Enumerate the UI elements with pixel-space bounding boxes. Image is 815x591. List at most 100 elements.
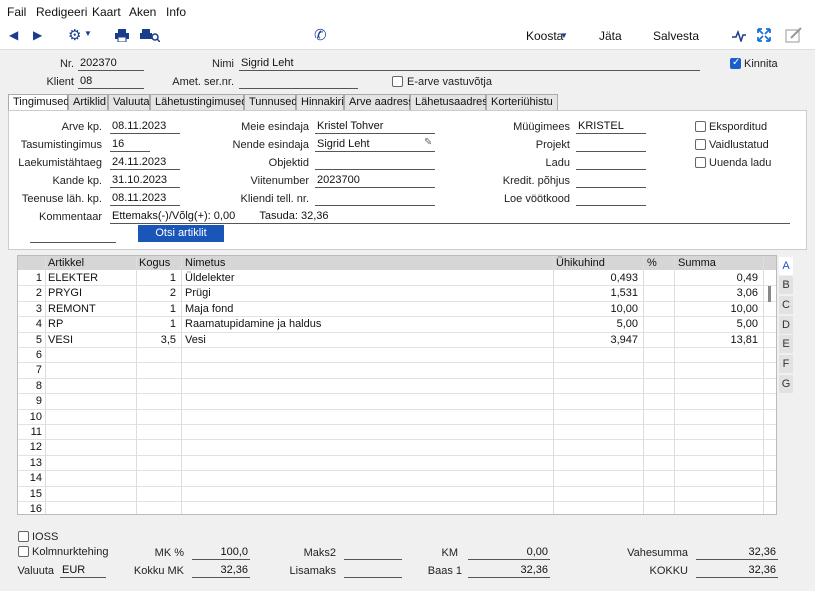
meie-esindaja-field[interactable]: Kristel Tohver — [315, 120, 435, 134]
col-nimetus[interactable]: Nimetus — [185, 257, 225, 269]
teenuse-field[interactable]: 08.11.2023 — [110, 192, 180, 206]
tab-arve-aadress[interactable]: Arve aadress — [344, 94, 414, 111]
koosta-button[interactable]: Koosta — [526, 29, 563, 43]
table-row[interactable]: 14 — [18, 471, 776, 487]
ioss-checkbox[interactable] — [18, 531, 29, 542]
cell-kogus[interactable]: 1 — [138, 272, 176, 284]
tab-hinnakiri[interactable]: Hinnakiri — [296, 94, 344, 111]
cell-summa[interactable]: 5,00 — [678, 318, 758, 330]
jata-button[interactable]: Jäta — [599, 29, 622, 43]
cell-nimetus[interactable]: Raamatupidamine ja haldus — [185, 318, 545, 330]
forward-arrow-icon[interactable]: ▶ — [33, 28, 42, 42]
cell-artikkel[interactable]: REMONT — [48, 303, 128, 315]
pencil-icon[interactable]: ✎ — [424, 137, 432, 148]
cell-kogus[interactable]: 3,5 — [138, 334, 176, 346]
cell-summa[interactable]: 13,81 — [678, 334, 758, 346]
cell-uhikuhind[interactable]: 3,947 — [556, 334, 638, 346]
cell-kogus[interactable]: 1 — [138, 318, 176, 330]
salvesta-button[interactable]: Salvesta — [653, 29, 699, 43]
kokku-field[interactable]: 32,36 — [696, 564, 778, 578]
cell-nimetus[interactable]: Prügi — [185, 287, 545, 299]
gear-icon[interactable]: ⚙ — [68, 26, 81, 44]
myygimees-field[interactable]: KRISTEL — [576, 120, 646, 134]
laekum-field[interactable]: 24.11.2023 — [110, 156, 180, 170]
col-uhikuhind[interactable]: Ühikuhind — [556, 257, 605, 269]
earve-checkbox[interactable] — [392, 76, 403, 87]
ladu-field[interactable] — [576, 156, 646, 170]
table-row[interactable]: 1 ELEKTER 1 Üldelekter 0,493 0,49 — [18, 271, 776, 287]
kredit-field[interactable] — [576, 174, 646, 188]
table-row[interactable]: 9 — [18, 394, 776, 410]
objektid-field[interactable] — [315, 156, 435, 170]
cell-nimetus[interactable]: Maja fond — [185, 303, 545, 315]
projekt-field[interactable] — [576, 138, 646, 152]
table-row[interactable]: 15 — [18, 487, 776, 502]
tab-artiklid[interactable]: Artiklid — [68, 94, 108, 111]
cell-summa[interactable]: 3,06 — [678, 287, 758, 299]
eksporditud-checkbox[interactable] — [695, 121, 706, 132]
loe-field[interactable] — [576, 192, 646, 206]
cell-artikkel[interactable]: ELEKTER — [48, 272, 128, 284]
table-row[interactable]: 10 — [18, 410, 776, 425]
table-row[interactable]: 8 — [18, 379, 776, 395]
tasum-field[interactable]: 16 — [110, 138, 150, 152]
col-kogus[interactable]: Kogus — [139, 257, 170, 269]
valuuta-field[interactable]: EUR — [60, 564, 106, 578]
table-row[interactable]: 16 — [18, 502, 776, 514]
edit-note-icon[interactable] — [785, 26, 803, 44]
tab-valuuta[interactable]: Valuuta — [108, 94, 150, 111]
vahesumma-field[interactable]: 32,36 — [696, 546, 778, 560]
grid-scrollbar-thumb[interactable] — [768, 286, 771, 302]
table-row[interactable]: 6 — [18, 348, 776, 364]
table-row[interactable]: 2 PRYGI 2 Prügi 1,531 3,06 — [18, 286, 776, 302]
menu-fail[interactable]: Fail — [7, 5, 26, 19]
col-summa[interactable]: Summa — [678, 257, 716, 269]
otsi-artiklit-button[interactable]: Otsi artiklit — [138, 225, 224, 242]
koosta-chevron-down-icon[interactable]: ▼ — [560, 31, 568, 40]
km-field[interactable]: 0,00 — [468, 546, 550, 560]
amet-field[interactable] — [239, 75, 358, 89]
cell-artikkel[interactable]: PRYGI — [48, 287, 128, 299]
baas1-field[interactable]: 32,36 — [468, 564, 550, 578]
kommentaar-field[interactable]: Ettemaks(-)/Võlg(+): 0,00 Tasuda: 32,36 — [110, 210, 790, 224]
side-tab-c[interactable]: C — [779, 296, 793, 314]
table-row[interactable]: 4 RP 1 Raamatupidamine ja haldus 5,00 5,00 — [18, 317, 776, 333]
maks2-field[interactable] — [344, 546, 402, 560]
cell-uhikuhind[interactable]: 5,00 — [556, 318, 638, 330]
arve-kp-field[interactable]: 08.11.2023 — [110, 120, 180, 134]
col-artikkel[interactable]: Artikkel — [48, 257, 84, 269]
mk-pct-field[interactable]: 100,0 — [192, 546, 250, 560]
cell-summa[interactable]: 0,49 — [678, 272, 758, 284]
side-tab-f[interactable]: F — [779, 355, 793, 373]
menu-aken[interactable]: Aken — [129, 5, 156, 19]
cell-nimetus[interactable]: Üldelekter — [185, 272, 545, 284]
expand-icon[interactable] — [757, 28, 771, 42]
table-row[interactable]: 5 VESI 3,5 Vesi 3,947 13,81 — [18, 333, 776, 348]
vaidlustatud-checkbox[interactable] — [695, 139, 706, 150]
menu-redigeeri[interactable]: Redigeeri — [36, 5, 87, 19]
tab-lahetusaadress[interactable]: Lähetusaadress — [410, 94, 493, 111]
uuenda-ladu-checkbox[interactable] — [695, 157, 706, 168]
phone-icon[interactable]: ✆ — [314, 26, 327, 44]
table-row[interactable]: 3 REMONT 1 Maja fond 10,00 10,00 — [18, 302, 776, 318]
cell-uhikuhind[interactable]: 1,531 — [556, 287, 638, 299]
table-row[interactable]: 11 — [18, 425, 776, 441]
kokku-mk-field[interactable]: 32,36 — [192, 564, 250, 578]
nr-field[interactable]: 202370 — [78, 57, 144, 71]
cell-kogus[interactable]: 1 — [138, 303, 176, 315]
viitenumber-field[interactable]: 2023700 — [315, 174, 435, 188]
cell-artikkel[interactable]: RP — [48, 318, 128, 330]
side-tab-g[interactable]: G — [779, 375, 793, 393]
tab-korteriuhistu[interactable]: Korteriühistu — [486, 94, 558, 111]
activity-icon[interactable] — [732, 30, 746, 42]
table-row[interactable]: 12 — [18, 440, 776, 456]
back-arrow-icon[interactable]: ◀ — [9, 28, 18, 42]
cell-uhikuhind[interactable]: 10,00 — [556, 303, 638, 315]
side-tab-a[interactable]: A — [779, 257, 793, 275]
side-tab-d[interactable]: D — [779, 316, 793, 334]
table-row[interactable]: 13 — [18, 456, 776, 472]
print-preview-icon[interactable] — [140, 29, 160, 42]
cell-artikkel[interactable]: VESI — [48, 334, 128, 346]
tab-tingimused[interactable]: Tingimused — [8, 94, 69, 111]
cell-summa[interactable]: 10,00 — [678, 303, 758, 315]
